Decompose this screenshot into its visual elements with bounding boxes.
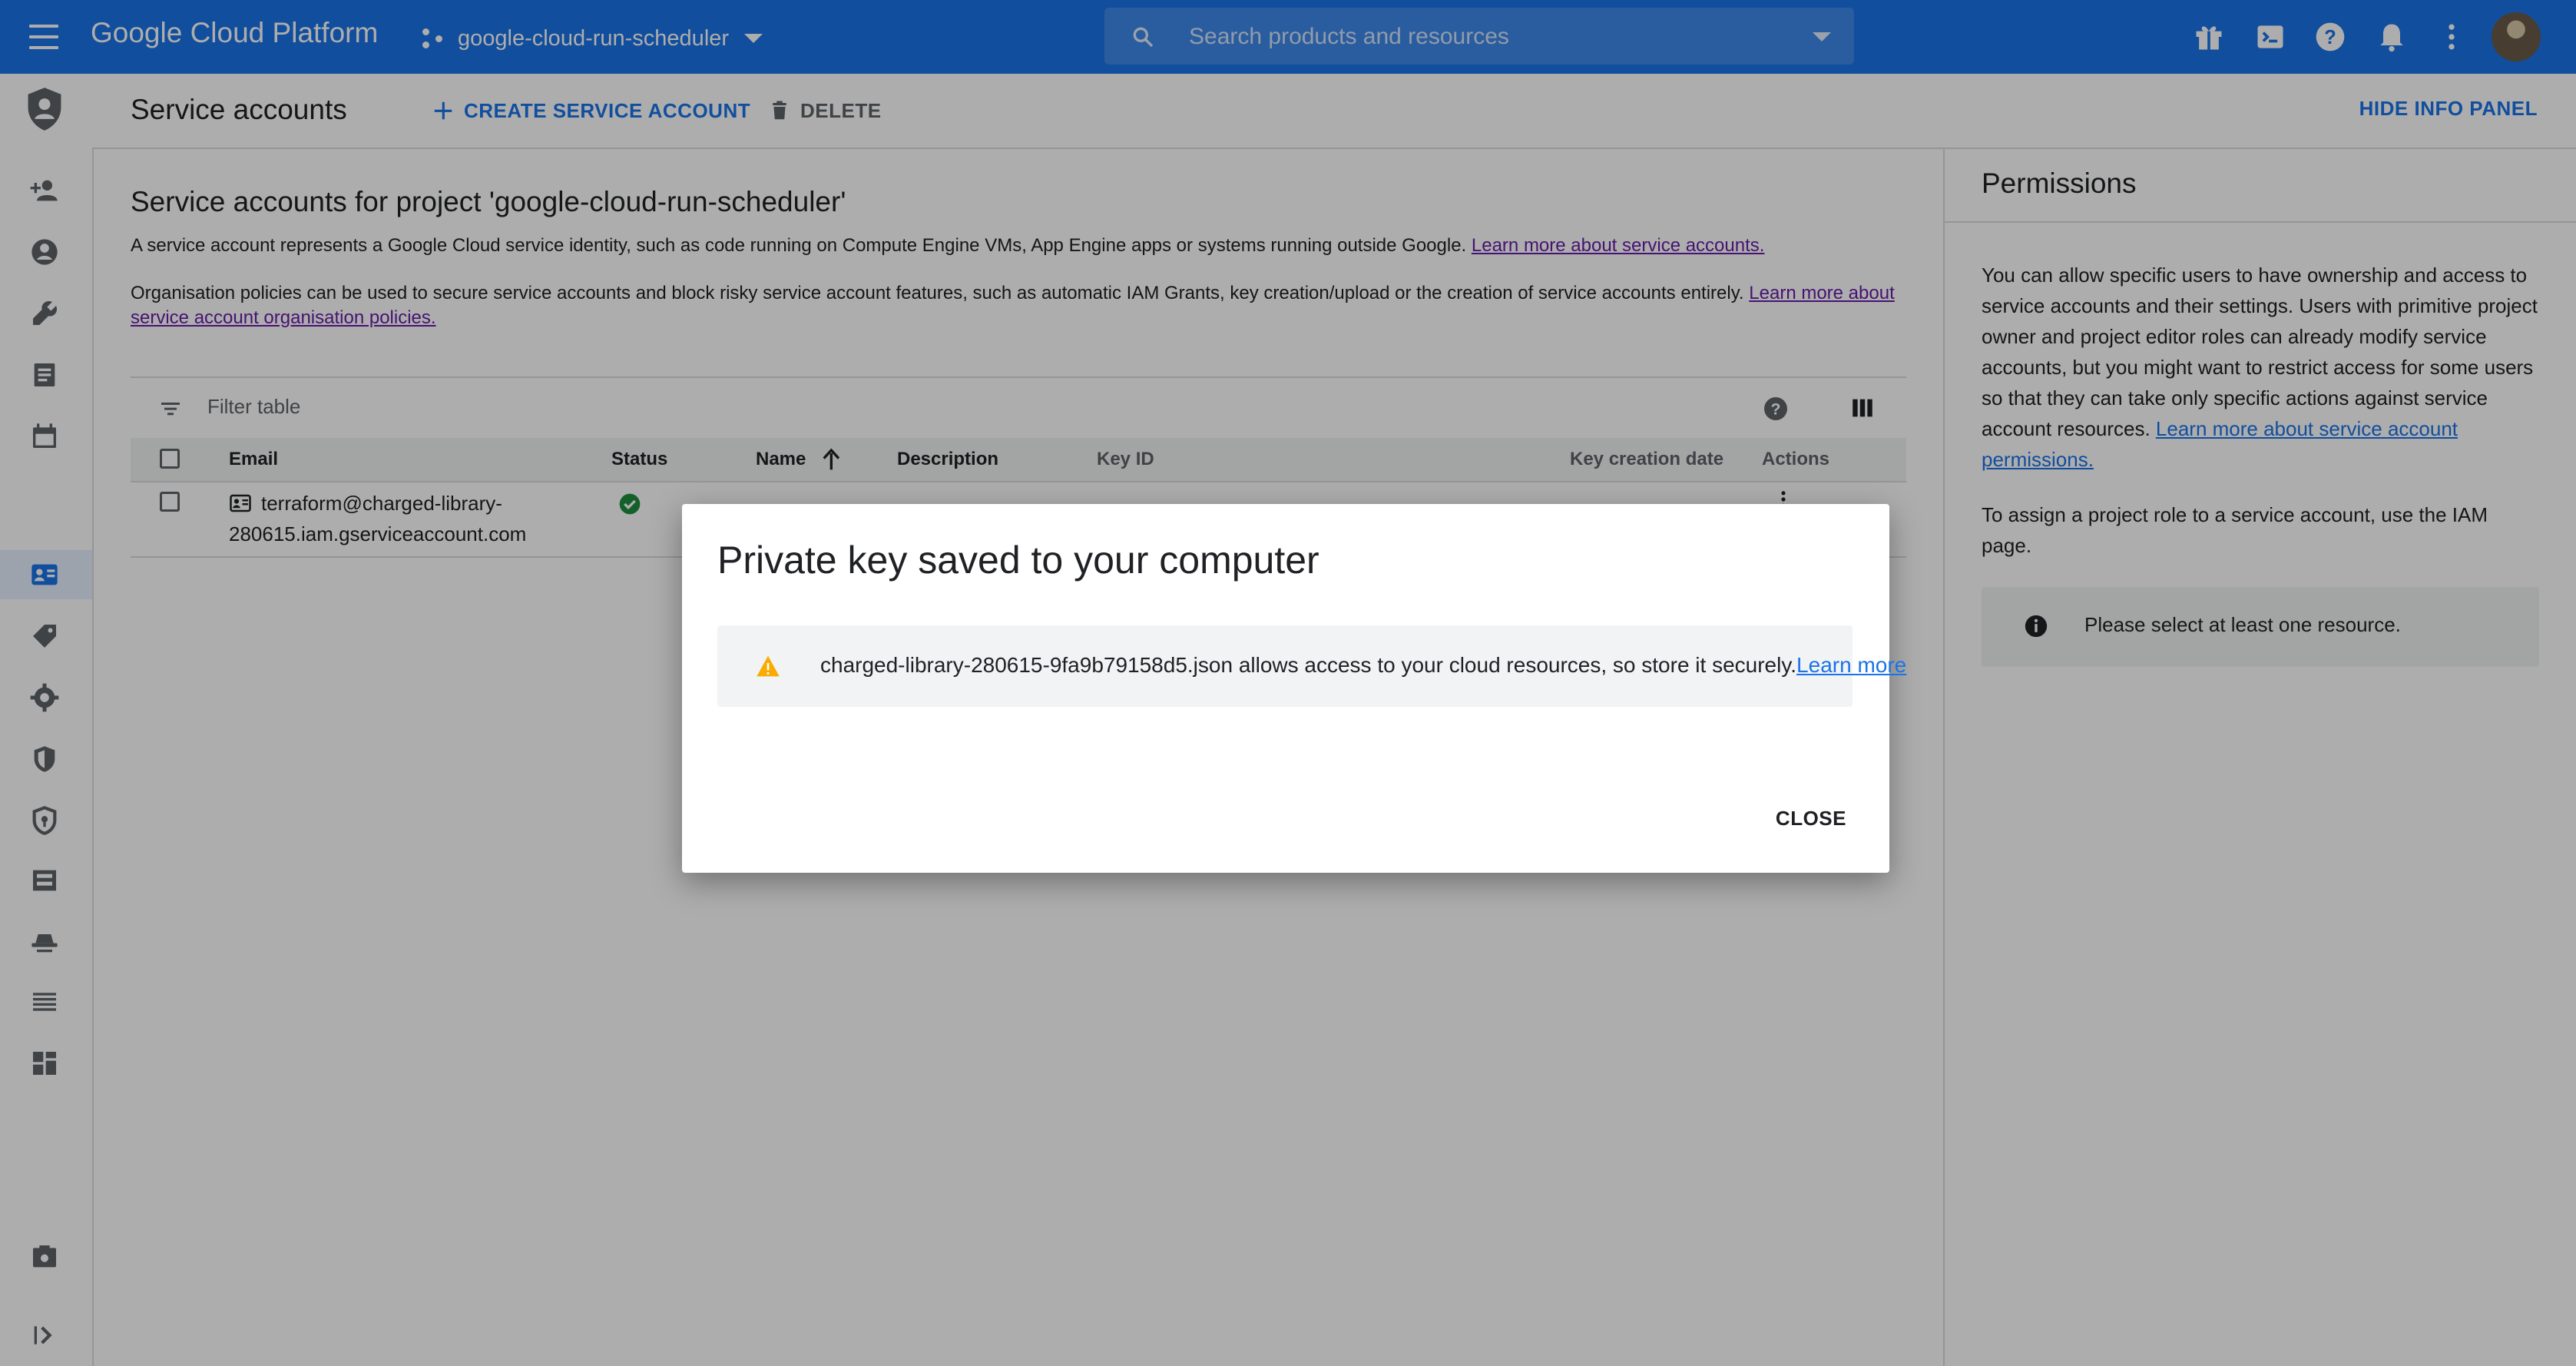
learn-more-link[interactable]: Learn more bbox=[1796, 653, 1906, 677]
private-key-dialog: Private key saved to your computer charg… bbox=[682, 504, 1906, 873]
warning-text: charged-library-280615-9fa9b79158d5.json… bbox=[820, 653, 1797, 677]
dialog-title: Private key saved to your computer bbox=[717, 539, 1319, 582]
close-button[interactable]: CLOSE bbox=[1776, 807, 1846, 831]
warning-message: charged-library-280615-9fa9b79158d5.json… bbox=[820, 653, 1906, 678]
warning-banner: charged-library-280615-9fa9b79158d5.json… bbox=[717, 625, 1906, 707]
warning-icon bbox=[757, 655, 780, 677]
